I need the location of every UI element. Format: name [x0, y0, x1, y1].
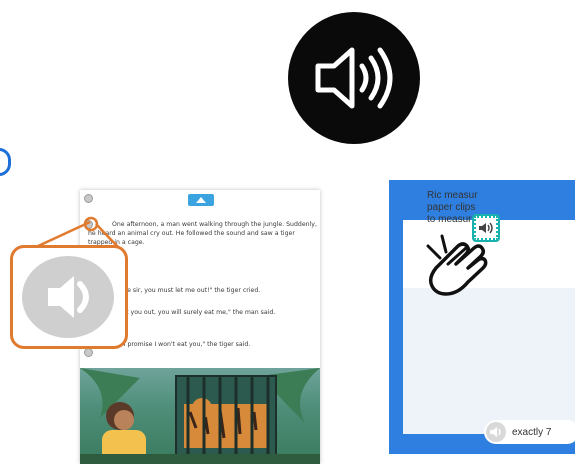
- book-paragraph: One afternoon, a man went walking throug…: [88, 221, 317, 246]
- paragraph-audio-icon[interactable]: [84, 194, 93, 203]
- pointing-hand-icon: [422, 224, 488, 309]
- answer-label: exactly 7: [512, 427, 552, 438]
- page-up-tab[interactable]: [188, 194, 214, 206]
- answer-audio-icon[interactable]: [486, 422, 506, 442]
- story-illustration: [80, 368, 320, 464]
- speaker-icon[interactable]: [22, 256, 114, 338]
- speaker-volume-icon: [288, 12, 420, 144]
- partial-icon-fragment: [0, 148, 11, 176]
- paragraph-audio-icon[interactable]: [84, 348, 93, 357]
